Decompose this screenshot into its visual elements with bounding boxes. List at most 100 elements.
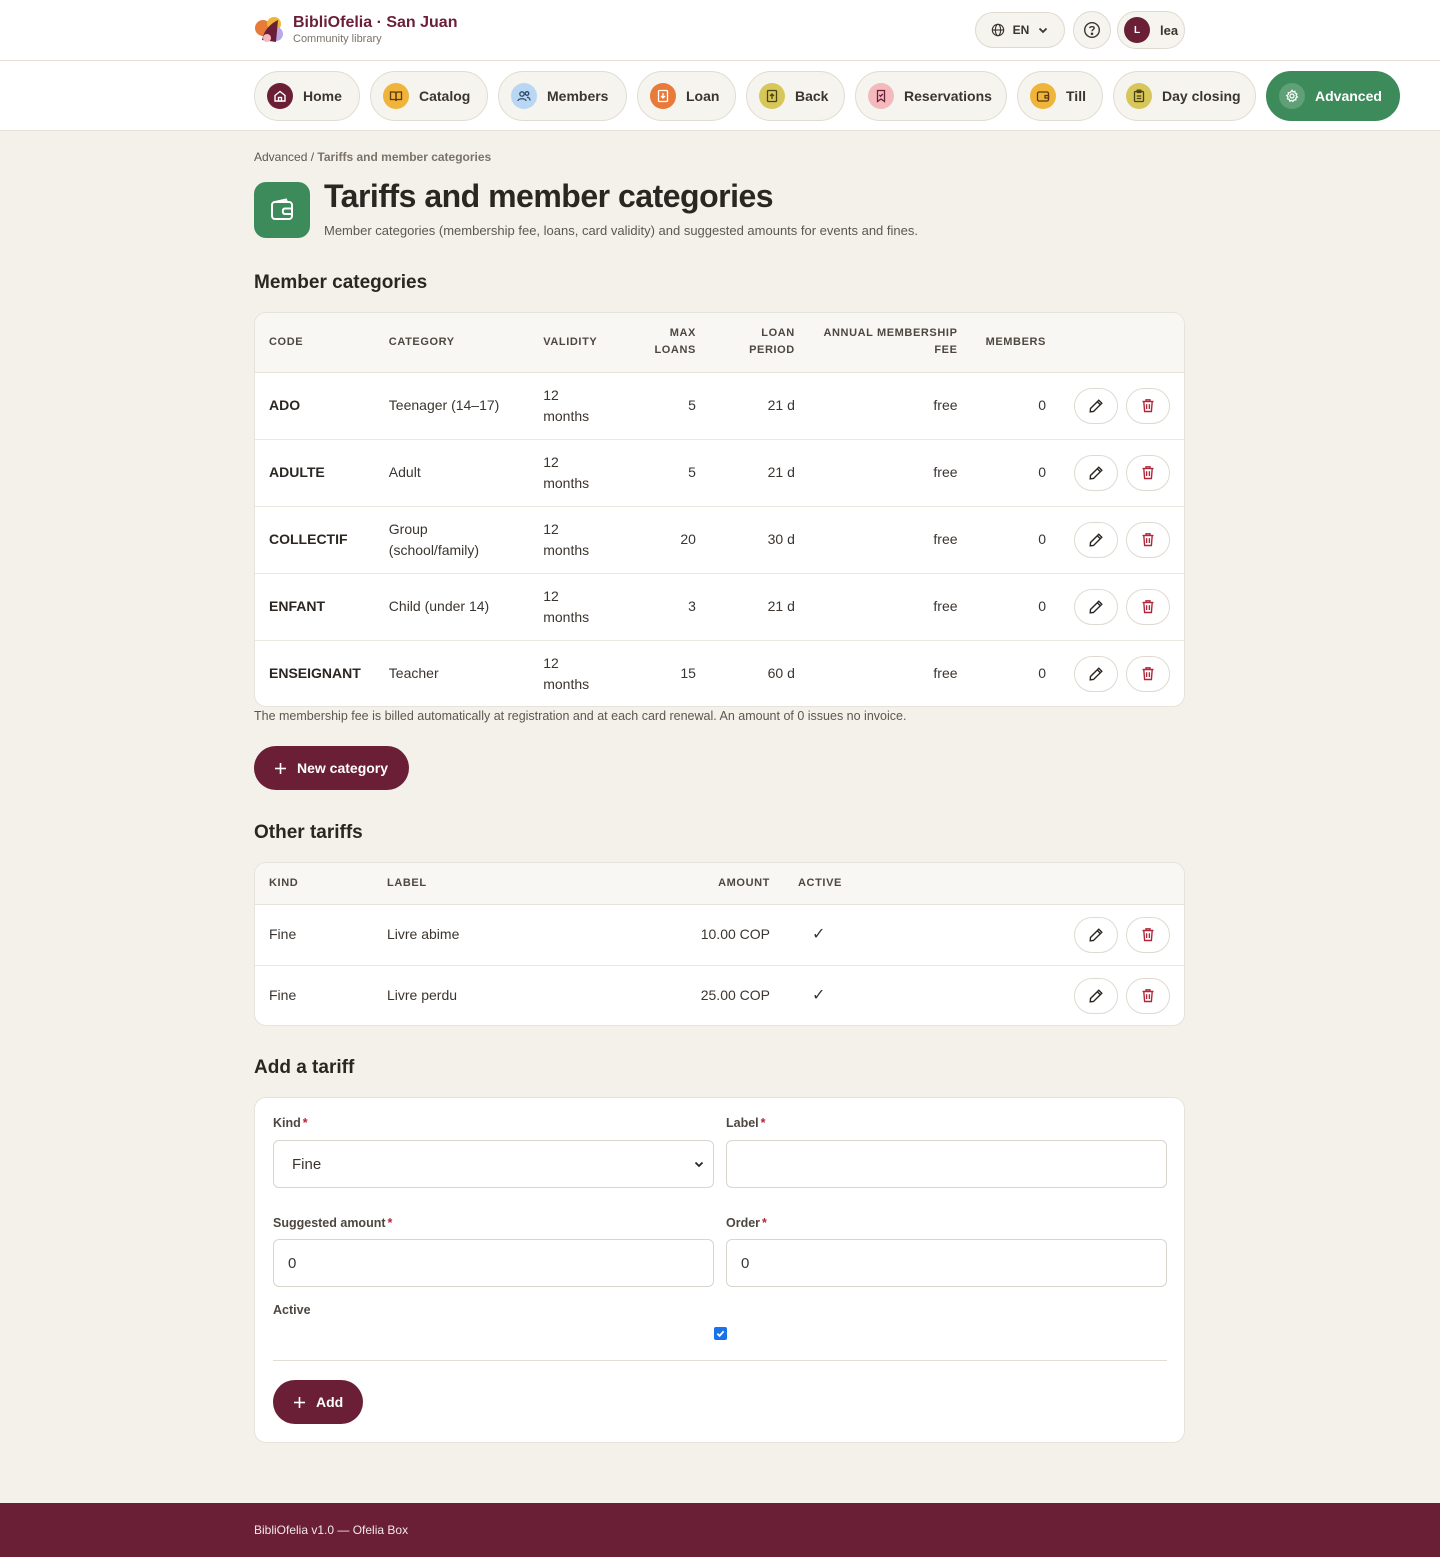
trash-icon xyxy=(1142,667,1154,681)
brand-logo-icon xyxy=(255,17,283,42)
nav-loan-label: Loan xyxy=(686,88,720,104)
home-icon xyxy=(267,83,293,109)
user-menu[interactable]: L lea xyxy=(1117,11,1185,49)
kind-select[interactable]: Fine xyxy=(273,1140,714,1188)
col-code: Code xyxy=(255,313,375,373)
table-row: ENFANT Child (under 14) 12 months 3 21 d free 0 xyxy=(255,573,1184,641)
nav-catalog[interactable]: Catalog xyxy=(370,71,488,121)
trash-icon xyxy=(1142,989,1154,1003)
category-validity: 12 months xyxy=(543,654,590,692)
category-edit-button[interactable] xyxy=(1074,387,1118,424)
category-edit-button[interactable] xyxy=(1074,521,1118,558)
footer-text: BibliOfelia v1.0 — Ofelia Box xyxy=(254,1523,409,1537)
nav-loan[interactable]: Loan xyxy=(637,71,736,121)
active-checkbox[interactable] xyxy=(714,1327,727,1340)
label-input[interactable] xyxy=(726,1140,1167,1188)
help-button[interactable] xyxy=(1073,11,1111,49)
active-label: Active xyxy=(273,1303,311,1317)
category-actions xyxy=(1060,640,1184,706)
pencil-icon xyxy=(1089,532,1103,547)
nav-home[interactable]: Home xyxy=(254,71,360,121)
col-validity: Validity xyxy=(529,313,629,373)
table-row: ENSEIGNANT Teacher 12 months 15 60 d free 0 xyxy=(255,640,1184,706)
breadcrumb-current: Tariffs and member categories xyxy=(317,150,492,164)
nav-reservations-label: Reservations xyxy=(904,88,992,104)
tariff-delete-button[interactable] xyxy=(1126,916,1170,953)
category-code: ADO xyxy=(255,372,375,440)
col-annual-fee: Annual membership fee xyxy=(808,313,972,373)
pencil-icon xyxy=(1089,465,1103,480)
new-category-button[interactable]: New category xyxy=(254,746,409,790)
trash-icon xyxy=(1142,466,1154,480)
category-edit-button[interactable] xyxy=(1074,655,1118,692)
tariff-label: Livre abime xyxy=(373,904,623,966)
loan-icon xyxy=(650,83,676,109)
breadcrumb-separator: / xyxy=(307,150,318,164)
tariff-edit-button[interactable] xyxy=(1074,977,1118,1014)
nav-till[interactable]: Till xyxy=(1017,71,1103,121)
trash-icon xyxy=(1142,928,1154,942)
page-subtitle: Member categories (membership fee, loans… xyxy=(324,223,918,238)
nav-members[interactable]: Members xyxy=(498,71,627,121)
add-tariff-label: Add xyxy=(316,1394,344,1410)
trash-icon xyxy=(1142,399,1154,413)
clipboard-icon xyxy=(1126,83,1152,109)
category-loan-period: 21 d xyxy=(709,573,809,641)
help-icon xyxy=(1083,21,1101,39)
category-delete-button[interactable] xyxy=(1126,655,1170,692)
category-code: ENFANT xyxy=(255,573,375,641)
category-code: ENSEIGNANT xyxy=(269,665,361,682)
member-categories-table: Code Category Validity Max loans Loan peri… xyxy=(254,312,1185,707)
suggested-amount-label: Suggested amount * xyxy=(273,1216,393,1230)
bookmark-icon xyxy=(868,83,894,109)
tariff-label: Livre perdu xyxy=(387,987,458,1004)
pencil-icon xyxy=(1089,927,1103,942)
category-annual-fee: free xyxy=(808,506,972,574)
kind-label: Kind * xyxy=(273,1116,308,1130)
trash-icon xyxy=(1142,600,1154,614)
breadcrumb-parent-link[interactable]: Advanced xyxy=(254,150,307,164)
pencil-icon xyxy=(1089,988,1103,1003)
category-actions xyxy=(1060,506,1184,574)
category-edit-button[interactable] xyxy=(1074,588,1118,625)
pencil-icon xyxy=(1089,599,1103,614)
category-validity: 12 months xyxy=(529,506,629,574)
category-actions xyxy=(1060,439,1184,507)
add-tariff-button[interactable]: Add xyxy=(273,1380,363,1424)
category-name: Teenager (14–17) xyxy=(374,372,530,440)
nav-back[interactable]: Back xyxy=(746,71,845,121)
col-label: Label xyxy=(373,863,623,905)
nav-reservations[interactable]: Reservations xyxy=(855,71,1007,121)
category-validity: 12 months xyxy=(529,372,629,440)
breadcrumb: Advanced / Tariffs and member categories xyxy=(254,150,491,164)
col-actions xyxy=(1060,313,1184,373)
tariff-kind: Fine xyxy=(255,904,373,966)
form-divider xyxy=(273,1360,1167,1361)
return-icon xyxy=(759,83,785,109)
nav-day-closing[interactable]: Day closing xyxy=(1113,71,1256,121)
chevron-down-icon xyxy=(694,1161,704,1168)
tariff-edit-button[interactable] xyxy=(1074,916,1118,953)
brand[interactable]: BibliOfelia · San Juan Community library xyxy=(254,14,457,46)
new-category-label: New category xyxy=(297,760,389,776)
nav-advanced[interactable]: Advanced xyxy=(1266,71,1400,121)
category-actions xyxy=(1060,372,1184,440)
col-members: Members xyxy=(971,313,1060,373)
category-loan-period: 21 d xyxy=(709,372,809,440)
category-delete-button[interactable] xyxy=(1126,454,1170,491)
suggested-amount-input[interactable]: 0 xyxy=(273,1239,714,1287)
nav-catalog-label: Catalog xyxy=(419,88,471,104)
order-input[interactable]: 0 xyxy=(726,1239,1167,1287)
category-max-loans: 3 xyxy=(628,573,710,641)
category-delete-button[interactable] xyxy=(1126,521,1170,558)
category-edit-button[interactable] xyxy=(1074,454,1118,491)
globe-icon xyxy=(991,23,1004,37)
checkmark-icon xyxy=(716,1330,725,1338)
category-delete-button[interactable] xyxy=(1126,588,1170,625)
category-delete-button[interactable] xyxy=(1126,387,1170,424)
language-selector[interactable]: EN xyxy=(975,12,1065,48)
trash-icon xyxy=(1142,533,1154,547)
category-annual-fee: free xyxy=(808,439,972,507)
tariff-delete-button[interactable] xyxy=(1126,977,1170,1014)
category-loan-period: 30 d xyxy=(709,506,809,574)
